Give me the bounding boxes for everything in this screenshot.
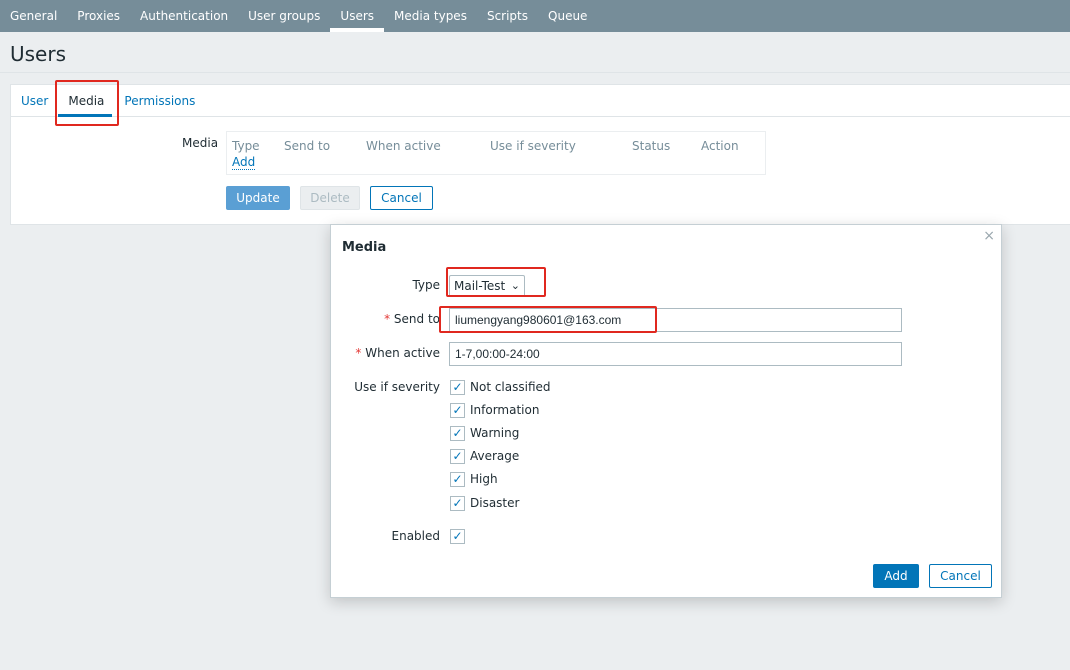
severity-average[interactable]: ✓ Average	[450, 448, 519, 464]
tab-bar: User Media Permissions	[11, 85, 1070, 117]
severity-disaster[interactable]: ✓ Disaster	[450, 495, 519, 511]
column-header-send-to: Send to	[284, 139, 331, 153]
required-asterisk: *	[384, 312, 391, 326]
checkbox-checked-icon[interactable]: ✓	[450, 402, 465, 418]
checkbox-checked-icon[interactable]: ✓	[450, 425, 465, 441]
update-button[interactable]: Update	[226, 186, 290, 210]
checkbox-label: Not classified	[470, 380, 551, 394]
severity-not-classified[interactable]: ✓ Not classified	[450, 379, 551, 395]
add-media-link[interactable]: Add	[232, 155, 256, 170]
checkbox-checked-icon[interactable]: ✓	[450, 448, 465, 464]
tab-permissions[interactable]: Permissions	[114, 85, 205, 117]
severity-information[interactable]: ✓ Information	[450, 402, 539, 418]
nav-item-users[interactable]: Users	[330, 0, 384, 32]
checkbox-checked-icon[interactable]: ✓	[450, 495, 465, 511]
nav-item-user-groups[interactable]: User groups	[238, 0, 330, 32]
checkbox-label: Average	[470, 449, 520, 463]
enabled-toggle[interactable]: ✓	[450, 528, 470, 544]
tab-user[interactable]: User	[11, 85, 58, 117]
column-header-type: Type	[232, 139, 260, 153]
checkbox-label: Disaster	[470, 496, 520, 510]
when-active-label-text: When active	[365, 346, 440, 360]
media-dialog: Media × Type Mail-Test ⌄ * Send to liume…	[330, 224, 1002, 598]
checkbox-label: High	[470, 472, 498, 486]
send-to-label-text: Send to	[393, 312, 440, 326]
checkbox-label: Warning	[470, 426, 520, 440]
dialog-cancel-button[interactable]: Cancel	[929, 564, 992, 588]
when-active-input[interactable]: 1-7,00:00-24:00	[449, 342, 902, 366]
severity-label: Use if severity	[354, 380, 440, 394]
media-field-label: Media	[182, 136, 219, 150]
column-header-use-if-severity: Use if severity	[490, 139, 576, 153]
dialog-title: Media	[342, 240, 387, 255]
send-to-input[interactable]: liumengyang980601@163.com	[449, 308, 902, 332]
chevron-down-icon: ⌄	[510, 279, 520, 292]
nav-item-authentication[interactable]: Authentication	[130, 0, 238, 32]
delete-button[interactable]: Delete	[300, 186, 360, 210]
type-select-value: Mail-Test	[454, 279, 506, 293]
nav-item-scripts[interactable]: Scripts	[477, 0, 538, 32]
when-active-label: * When active	[341, 346, 440, 360]
severity-high[interactable]: ✓ High	[450, 471, 498, 487]
user-form-panel: User Media Permissions Media Type Send t…	[10, 84, 1070, 225]
column-header-status: Status	[632, 139, 671, 153]
close-icon[interactable]: ×	[983, 228, 995, 244]
type-select[interactable]: Mail-Test ⌄	[449, 275, 525, 297]
cancel-button[interactable]: Cancel	[370, 186, 433, 210]
checkbox-checked-icon[interactable]: ✓	[450, 471, 465, 487]
checkbox-checked-icon[interactable]: ✓	[450, 379, 465, 395]
type-label: Type	[412, 278, 440, 292]
send-to-label: * Send to	[351, 312, 440, 326]
column-header-when-active: When active	[366, 139, 441, 153]
page-title: Users	[10, 42, 67, 66]
active-tab-indicator	[58, 114, 112, 117]
add-button[interactable]: Add	[873, 564, 919, 588]
top-navigation: General Proxies Authentication User grou…	[0, 0, 1070, 32]
column-header-action: Action	[701, 139, 739, 153]
nav-item-proxies[interactable]: Proxies	[67, 0, 130, 32]
severity-warning[interactable]: ✓ Warning	[450, 425, 519, 441]
tab-media[interactable]: Media	[58, 85, 114, 117]
nav-item-queue[interactable]: Queue	[538, 0, 597, 32]
checkbox-label: Information	[470, 403, 540, 417]
required-asterisk: *	[355, 346, 362, 360]
media-table: Type Send to When active Use if severity…	[226, 131, 766, 175]
enabled-label: Enabled	[391, 529, 441, 543]
title-divider	[0, 72, 1070, 73]
nav-item-general[interactable]: General	[0, 0, 67, 32]
nav-item-media-types[interactable]: Media types	[384, 0, 477, 32]
checkbox-checked-icon[interactable]: ✓	[450, 528, 465, 544]
